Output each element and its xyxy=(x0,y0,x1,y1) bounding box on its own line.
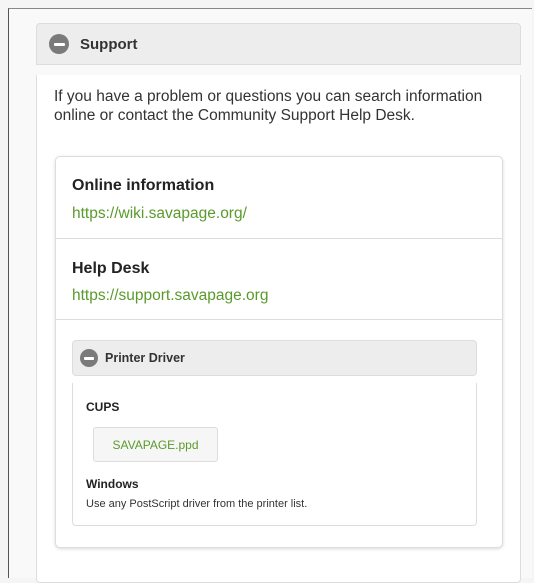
collapse-minus-icon[interactable] xyxy=(49,34,69,54)
support-title: Support xyxy=(80,35,138,53)
online-information-title: Online information xyxy=(72,177,215,194)
list-item-help-desk: Help Desk https://support.savapage.org xyxy=(56,239,502,320)
support-listview: Online information https://wiki.savapage… xyxy=(55,156,503,548)
page-frame: Support If you have a problem or questio… xyxy=(8,8,532,583)
help-desk-link[interactable]: https://support.savapage.org xyxy=(72,287,268,305)
list-item-online-information: Online information https://wiki.savapage… xyxy=(56,157,502,239)
support-collapsible: Support If you have a problem or questio… xyxy=(36,23,521,583)
support-content: If you have a problem or questions you c… xyxy=(36,75,521,583)
windows-label: Windows xyxy=(86,477,139,491)
printer-driver-content: CUPS SAVAPAGE.ppd Windows Use any PostSc… xyxy=(72,383,477,526)
printer-driver-header[interactable]: Printer Driver xyxy=(72,340,477,376)
cups-label: CUPS xyxy=(86,400,120,414)
support-header[interactable]: Support xyxy=(36,23,521,65)
ppd-download-button[interactable]: SAVAPAGE.ppd xyxy=(93,427,218,462)
help-desk-title: Help Desk xyxy=(72,260,150,277)
collapse-minus-icon[interactable] xyxy=(80,349,98,367)
windows-driver-text: Use any PostScript driver from the print… xyxy=(86,498,308,510)
printer-driver-collapsible: Printer Driver CUPS SAVAPAGE.ppd Windows… xyxy=(72,340,477,526)
printer-driver-title: Printer Driver xyxy=(105,351,185,365)
support-intro-text: If you have a problem or questions you c… xyxy=(54,88,483,124)
online-information-link[interactable]: https://wiki.savapage.org/ xyxy=(72,205,247,223)
